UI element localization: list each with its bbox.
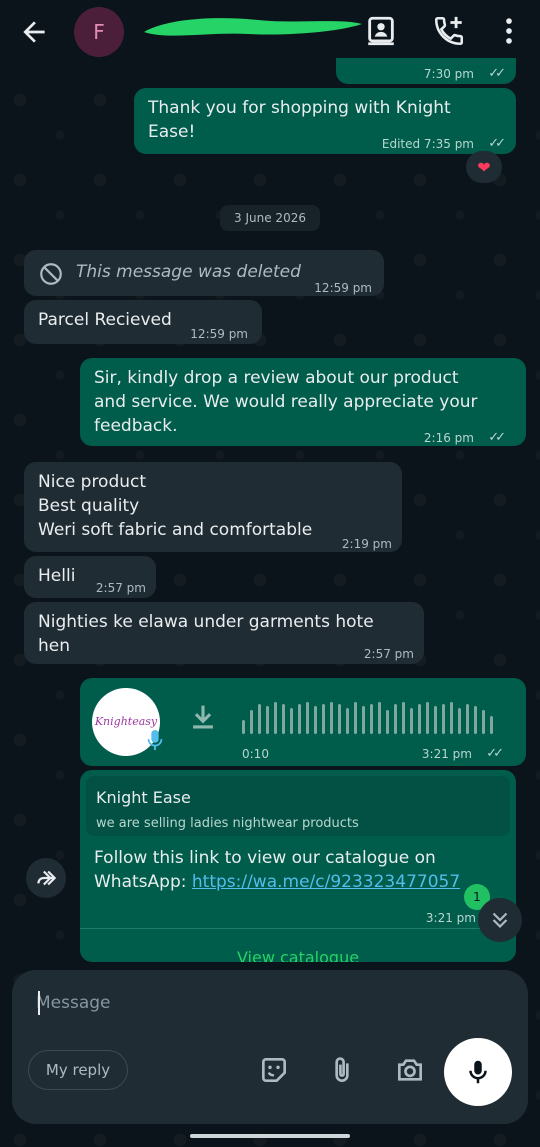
read-ticks-icon: ✓✓ [488, 66, 506, 81]
redacted-contact-name[interactable] [138, 10, 368, 44]
message-text: Follow this link to view our catalogue o… [94, 848, 461, 892]
date-separator: 3 June 2026 [220, 205, 320, 231]
read-ticks-icon: ✓✓ [486, 746, 504, 761]
chat-header: F [0, 0, 540, 64]
double-chevron-down-icon [492, 912, 508, 929]
message-time: 2:57 pm [95, 581, 146, 595]
catalog-name: Knight Ease [96, 788, 191, 807]
add-call-icon[interactable] [432, 14, 466, 48]
blocked-icon [40, 263, 62, 285]
camera-icon[interactable] [394, 1054, 426, 1086]
contact-card-icon[interactable] [364, 14, 398, 48]
microphone-icon [469, 1060, 487, 1084]
message-bubble-in[interactable]: Helli 2:57 pm [24, 556, 156, 598]
attach-icon[interactable] [326, 1054, 358, 1086]
message-bubble-in[interactable]: Parcel Recieved 12:59 pm [24, 300, 262, 344]
message-composer: My reply [12, 970, 528, 1124]
catalog-message-bubble[interactable]: Knight Ease we are selling ladies nightw… [80, 770, 516, 962]
message-bubble-out[interactable]: 7:30 pm ✓✓ [336, 58, 516, 84]
download-icon[interactable] [186, 700, 220, 734]
message-text: This message was deleted [76, 262, 301, 282]
message-time: 2:19 pm [341, 537, 392, 551]
message-time: 3:21 pm [425, 911, 476, 925]
forward-button[interactable] [26, 858, 66, 898]
view-catalogue-button[interactable]: View catalogue [80, 946, 516, 962]
scroll-to-bottom-button[interactable] [478, 898, 522, 942]
voice-duration: 0:10 [242, 747, 269, 761]
message-text-line: Best quality [38, 496, 140, 516]
catalog-description: we are selling ladies nightwear products [96, 816, 359, 831]
read-ticks-icon: ✓✓ [488, 430, 506, 445]
message-bubble-out[interactable]: Sir, kindly drop a review about our prod… [80, 358, 526, 446]
home-indicator [190, 1134, 350, 1138]
back-arrow-icon[interactable] [18, 16, 50, 48]
mic-badge-icon [147, 730, 163, 751]
message-time: 3:21 pm [421, 747, 472, 761]
message-time: 12:59 pm [314, 281, 372, 295]
my-reply-chip[interactable]: My reply [28, 1050, 128, 1090]
text-cursor [38, 991, 40, 1015]
message-time: Edited 7:35 pm [381, 137, 474, 151]
forward-icon [37, 870, 57, 886]
audio-waveform[interactable] [242, 700, 498, 734]
message-time: 2:16 pm [423, 431, 474, 445]
message-bubble-in[interactable]: Nice product Best quality Weri soft fabr… [24, 462, 402, 552]
message-text: Nighties ke elawa under garments hote he… [38, 612, 374, 656]
message-text-line: Nice product [38, 472, 147, 492]
more-options-icon[interactable] [492, 14, 526, 48]
message-text-line: Weri soft fabric and comfortable [38, 520, 313, 540]
sticker-icon[interactable] [258, 1054, 290, 1086]
voice-record-button[interactable] [444, 1038, 512, 1106]
heart-reaction-icon[interactable]: ❤ [466, 151, 502, 183]
catalog-link[interactable]: https://wa.me/c/923323477057 [192, 872, 460, 892]
message-time: 7:30 pm [423, 67, 474, 81]
message-input[interactable] [36, 986, 476, 1020]
message-time: 2:57 pm [363, 647, 414, 661]
message-time: 12:59 pm [190, 327, 248, 341]
catalog-preview[interactable]: Knight Ease we are selling ladies nightw… [86, 776, 510, 836]
message-bubble-in[interactable]: Nighties ke elawa under garments hote he… [24, 602, 424, 664]
message-bubble-in-deleted[interactable]: This message was deleted 12:59 pm [24, 250, 384, 296]
voice-message-bubble[interactable]: Knighteasy 0:10 3:21 pm ✓✓ [80, 678, 526, 766]
divider [80, 928, 516, 929]
message-bubble-out[interactable]: Thank you for shopping with Knight Ease!… [134, 88, 516, 154]
contact-avatar[interactable]: F [74, 7, 124, 57]
